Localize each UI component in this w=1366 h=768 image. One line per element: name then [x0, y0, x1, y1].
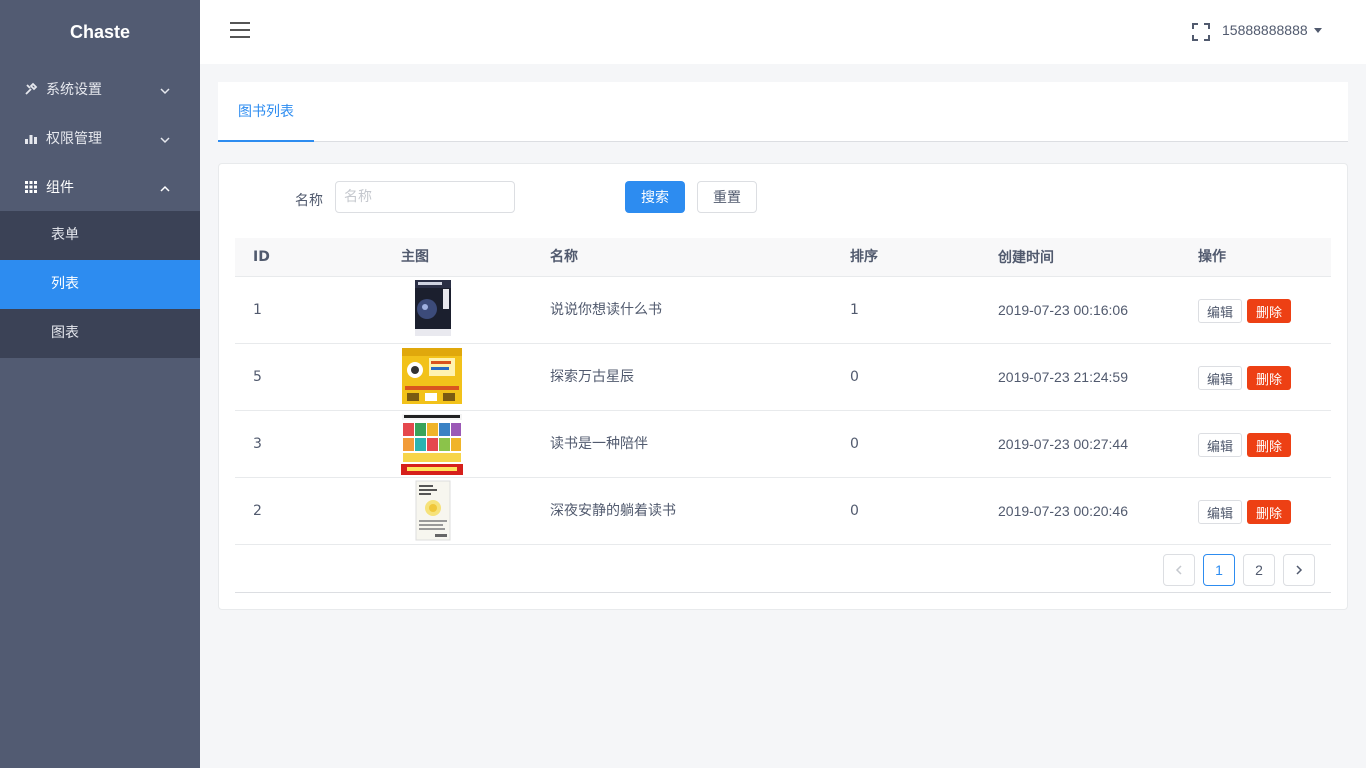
column-header-image: 主图 [401, 249, 429, 265]
table-row: 1 说说你想读什么书 1 2019-07-23 00:16:06 编辑 删除 [235, 277, 1331, 344]
cell-created: 2019-07-23 21:24:59 [998, 369, 1128, 385]
kids-collection-cover [401, 413, 463, 475]
top-header: 15888888888 [200, 0, 1366, 64]
caret-down-icon [1313, 27, 1322, 33]
sidebar-group-label: 系统设置 [46, 81, 102, 98]
column-header-actions: 操作 [1198, 249, 1226, 265]
sidebar-item-form[interactable]: 表单 [0, 211, 200, 260]
cell-name: 深夜安静的躺着读书 [550, 503, 676, 519]
page-2-button[interactable]: 2 [1243, 554, 1275, 586]
cell-sort: 0 [850, 436, 859, 452]
cell-sort: 1 [850, 302, 859, 318]
cell-id: 5 [253, 369, 262, 385]
sidebar-item-list[interactable]: 列表 [0, 260, 200, 309]
white-book-cover [415, 480, 451, 541]
cell-name: 说说你想读什么书 [550, 302, 662, 318]
delete-button[interactable]: 删除 [1247, 433, 1291, 457]
search-button[interactable]: 搜索 [625, 181, 685, 213]
content-card: 名称 搜索 重置 ID 主图 名称 排序 创建时间 操作 1 说说你想读什么书 [218, 163, 1348, 610]
cell-name: 读书是一种陪伴 [550, 436, 648, 452]
chart-bars-icon [24, 131, 38, 145]
delete-button[interactable]: 删除 [1247, 500, 1291, 524]
user-menu[interactable]: 15888888888 [1222, 22, 1322, 38]
username: 15888888888 [1222, 22, 1308, 38]
wrench-icon [24, 82, 38, 96]
sidebar: Chaste 系统设置 权限管理 组件 表单 列表 图表 [0, 0, 200, 768]
table-row: 3 读书是一种陪伴 0 2019-07-23 00:27:44 编辑 删除 [235, 411, 1331, 478]
delete-button[interactable]: 删除 [1247, 366, 1291, 390]
cell-sort: 0 [850, 503, 859, 519]
chevron-down-icon [160, 84, 170, 94]
edit-button[interactable]: 编辑 [1198, 433, 1242, 457]
cell-created: 2019-07-23 00:27:44 [998, 436, 1128, 452]
table-row: 5 探索万古星辰 0 2019-07-23 21:24:59 编辑 删除 [235, 344, 1331, 411]
tab-book-list[interactable]: 图书列表 [218, 82, 314, 142]
delete-button[interactable]: 删除 [1247, 299, 1291, 323]
pagination: 1 2 [235, 546, 1331, 593]
cell-id: 3 [253, 436, 262, 452]
tab-bar: 图书列表 [218, 82, 1348, 142]
cell-name: 探索万古星辰 [550, 369, 634, 385]
search-label: 名称 [295, 193, 323, 209]
edit-button[interactable]: 编辑 [1198, 500, 1242, 524]
sidebar-item-chart[interactable]: 图表 [0, 309, 200, 358]
column-header-name: 名称 [550, 249, 578, 265]
sidebar-group-system-settings[interactable]: 系统设置 [0, 64, 200, 113]
chevron-right-icon[interactable] [1283, 554, 1315, 586]
sidebar-group-label: 权限管理 [46, 130, 102, 147]
cell-created: 2019-07-23 00:20:46 [998, 503, 1128, 519]
sidebar-group-permissions[interactable]: 权限管理 [0, 113, 200, 162]
reset-button[interactable]: 重置 [697, 181, 757, 213]
chevron-up-icon [160, 182, 170, 192]
edit-button[interactable]: 编辑 [1198, 366, 1242, 390]
sidebar-group-components[interactable]: 组件 [0, 162, 200, 211]
grid-icon [24, 180, 38, 194]
brand-logo: Chaste [69, 22, 131, 42]
book-table: ID 主图 名称 排序 创建时间 操作 1 说说你想读什么书 1 2019-07… [235, 238, 1331, 545]
chevron-down-icon [160, 133, 170, 143]
sidebar-group-label: 组件 [46, 179, 74, 196]
chevron-left-icon[interactable] [1163, 554, 1195, 586]
column-header-id: ID [253, 249, 270, 265]
submenu-components: 表单 列表 图表 [0, 211, 200, 358]
astronomy-book-cover [415, 280, 451, 336]
edit-button[interactable]: 编辑 [1198, 299, 1242, 323]
cell-id: 1 [253, 302, 262, 318]
cell-sort: 0 [850, 369, 859, 385]
page-1-button[interactable]: 1 [1203, 554, 1235, 586]
name-search-input[interactable] [335, 181, 515, 213]
table-header: ID 主图 名称 排序 创建时间 操作 [235, 238, 1331, 277]
yellow-book-box-cover [402, 348, 462, 404]
fullscreen-icon[interactable] [1192, 23, 1210, 41]
table-row: 2 深夜安静的躺着读书 0 2019-07-23 00:20:46 编辑 删除 [235, 478, 1331, 545]
column-header-created: 创建时间 [998, 249, 1054, 265]
column-header-sort: 排序 [850, 249, 878, 265]
cell-created: 2019-07-23 00:16:06 [998, 302, 1128, 318]
hamburger-icon[interactable] [230, 22, 250, 38]
cell-id: 2 [253, 503, 262, 519]
